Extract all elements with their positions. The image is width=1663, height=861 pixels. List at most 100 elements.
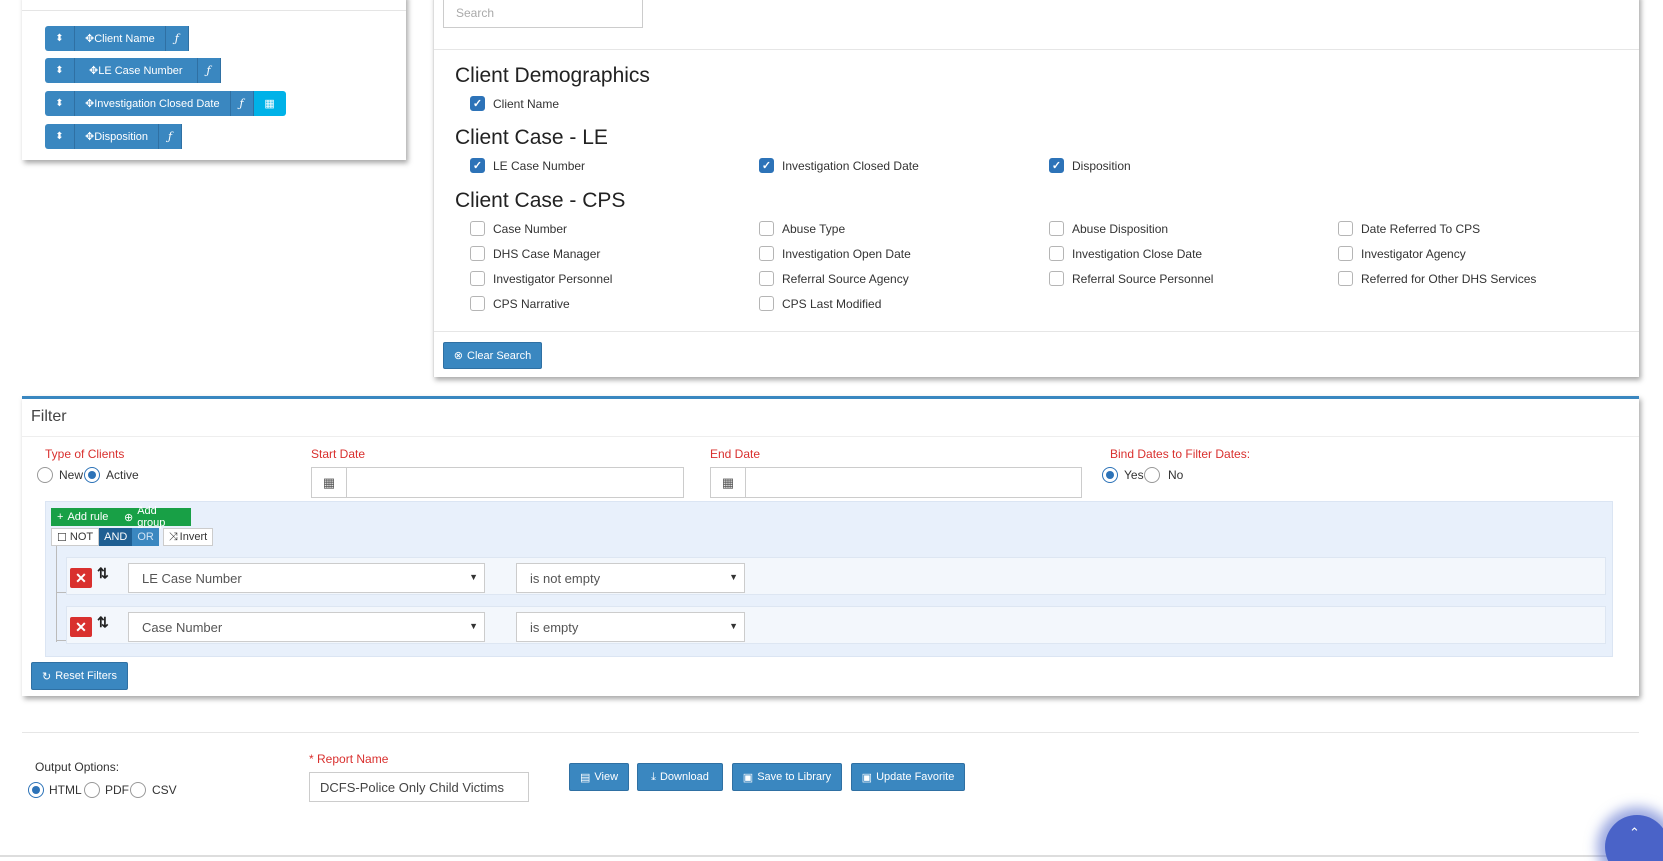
fields-panel: Search Client Demographics ✓ Client Name …	[433, 0, 1639, 377]
not-toggle[interactable]: ☐ NOT	[51, 528, 100, 546]
refresh-icon: ↻	[42, 670, 52, 683]
bind-dates-label: Bind Dates to Filter Dates:	[1110, 447, 1251, 461]
radio-output-pdf[interactable]: PDF	[84, 782, 129, 798]
view-button[interactable]: ▤ View	[569, 763, 629, 791]
checkbox-empty-icon	[1338, 221, 1353, 236]
clear-search-button[interactable]: ⊗ Clear Search	[443, 342, 542, 369]
field-checkbox-date-referred-to-cps[interactable]: Date Referred To CPS	[1338, 221, 1480, 236]
sort-icon[interactable]: ⇅	[97, 565, 109, 582]
radio-output-csv[interactable]: CSV	[130, 782, 177, 798]
shuffle-icon: ⤨	[168, 530, 178, 543]
rule-field-select[interactable]: LE Case Number ▼	[128, 563, 485, 593]
start-date-group: ▦	[311, 467, 684, 498]
radio-label: CSV	[152, 783, 177, 797]
column-label: Investigation Closed Date	[94, 97, 220, 110]
field-checkbox-le-case-number[interactable]: ✓ LE Case Number	[470, 158, 585, 173]
save-to-library-button[interactable]: ▣ Save to Library	[732, 763, 842, 791]
column-item-disposition[interactable]: ⬍ ✥ Disposition ƒ	[45, 124, 183, 149]
field-checkbox-abuse-disposition[interactable]: Abuse Disposition	[1049, 221, 1168, 236]
field-checkbox-case-number[interactable]: Case Number	[470, 221, 567, 236]
column-drag-handle[interactable]: ✥ Client Name	[75, 26, 166, 51]
field-checkbox-referred-for-other-dhs-services[interactable]: Referred for Other DHS Services	[1338, 271, 1536, 286]
field-label: Abuse Disposition	[1072, 221, 1169, 236]
group-title-client-demographics: Client Demographics	[455, 64, 650, 87]
sort-icon[interactable]: ⇅	[97, 614, 109, 631]
delete-rule-icon[interactable]: ✕	[70, 617, 92, 637]
save-label: Save to Library	[757, 771, 832, 783]
move-icon: ✥	[85, 33, 95, 45]
column-item-investigation-closed-date[interactable]: ⬍ ✥ Investigation Closed Date ƒ ▦	[45, 91, 286, 116]
calendar-icon[interactable]: ▦	[253, 91, 286, 116]
add-group-label: Add group	[137, 505, 166, 529]
field-checkbox-investigation-closed-date[interactable]: ✓ Investigation Closed Date	[759, 158, 919, 173]
sort-arrows-icon[interactable]: ⬍	[45, 26, 75, 51]
field-label: CPS Narrative	[493, 296, 570, 311]
scroll-to-top-button[interactable]: ⌃	[1605, 815, 1663, 861]
function-button[interactable]: ƒ	[165, 26, 189, 51]
add-rule-button[interactable]: + Add rule	[51, 508, 118, 526]
radio-label: PDF	[105, 783, 129, 797]
column-item-client-name[interactable]: ⬍ ✥ Client Name ƒ	[45, 26, 189, 51]
rule-operator-select[interactable]: is not empty ▼	[516, 563, 745, 593]
function-button[interactable]: ƒ	[159, 124, 183, 149]
column-drag-handle[interactable]: ✥ Investigation Closed Date	[75, 91, 231, 116]
panel-divider	[434, 331, 1639, 332]
search-input[interactable]: Search	[443, 0, 643, 28]
start-date-input[interactable]	[347, 467, 684, 498]
delete-rule-icon[interactable]: ✕	[70, 568, 92, 588]
calendar-icon[interactable]: ▦	[710, 467, 746, 498]
field-label: Client Name	[493, 96, 560, 111]
update-favorite-button[interactable]: ▣ Update Favorite	[851, 763, 965, 791]
sort-arrows-icon[interactable]: ⬍	[45, 124, 75, 149]
field-checkbox-investigator-personnel[interactable]: Investigator Personnel	[470, 271, 612, 286]
report-name-input[interactable]: DCFS-Police Only Child Victims	[309, 772, 529, 802]
field-checkbox-investigation-open-date[interactable]: Investigation Open Date	[759, 246, 911, 261]
column-item-le-case-number[interactable]: ⬍ ✥ LE Case Number ƒ	[45, 58, 221, 83]
field-checkbox-abuse-type[interactable]: Abuse Type	[759, 221, 845, 236]
field-checkbox-referral-source-personnel[interactable]: Referral Source Personnel	[1049, 271, 1213, 286]
function-button[interactable]: ƒ	[197, 58, 221, 83]
radio-output-html[interactable]: HTML	[28, 782, 82, 798]
rule-row: ✕ ⇅ LE Case Number ▼ is not empty ▼	[66, 557, 1606, 595]
start-date-label: Start Date	[311, 447, 366, 461]
field-label: CPS Last Modified	[782, 296, 882, 311]
field-checkbox-disposition[interactable]: ✓ Disposition	[1049, 158, 1131, 173]
field-checkbox-investigator-agency[interactable]: Investigator Agency	[1338, 246, 1466, 261]
sort-arrows-icon[interactable]: ⬍	[45, 91, 75, 116]
radio-unselected-icon	[84, 782, 100, 798]
output-options-label: Output Options:	[35, 760, 120, 774]
field-checkbox-cps-last-modified[interactable]: CPS Last Modified	[759, 296, 881, 311]
save-icon: ▣	[861, 771, 873, 784]
function-button[interactable]: ƒ	[230, 91, 254, 116]
reset-filters-button[interactable]: ↻ Reset Filters	[31, 662, 128, 690]
download-button[interactable]: ⤓ Download	[637, 763, 723, 791]
end-date-input[interactable]	[746, 467, 1082, 498]
radio-client-type-active[interactable]: Active	[84, 467, 139, 483]
checkbox-empty-icon	[1049, 271, 1064, 286]
invert-button[interactable]: ⤨ Invert	[162, 528, 214, 546]
rule-field-select[interactable]: Case Number ▼	[128, 612, 485, 642]
column-drag-handle[interactable]: ✥ Disposition	[75, 124, 160, 149]
radio-unselected-icon	[37, 467, 53, 483]
radio-client-type-new[interactable]: New	[37, 467, 83, 483]
query-builder: + Add rule ⊕ Add group ☐ NOT AND OR ⤨ Invert…	[45, 501, 1613, 657]
select-value: Case Number	[142, 620, 223, 635]
calendar-icon[interactable]: ▦	[311, 467, 347, 498]
and-button[interactable]: AND	[99, 528, 133, 546]
field-checkbox-investigation-close-date[interactable]: Investigation Close Date	[1049, 246, 1202, 261]
rule-operator-select[interactable]: is empty ▼	[516, 612, 745, 642]
radio-bind-yes[interactable]: Yes	[1102, 467, 1144, 483]
field-checkbox-dhs-case-manager[interactable]: DHS Case Manager	[470, 246, 600, 261]
sort-arrows-icon[interactable]: ⬍	[45, 58, 75, 83]
or-button[interactable]: OR	[132, 528, 159, 546]
page-bottom-divider	[0, 855, 1663, 857]
column-drag-handle[interactable]: ✥ LE Case Number	[75, 58, 198, 83]
add-group-button[interactable]: ⊕ Add group	[118, 505, 191, 529]
radio-bind-no[interactable]: No	[1144, 467, 1183, 483]
reset-filters-label: Reset Filters	[55, 670, 117, 682]
tree-branch	[56, 640, 66, 641]
not-label: NOT	[69, 531, 94, 543]
field-checkbox-client-name[interactable]: ✓ Client Name	[470, 96, 559, 111]
field-checkbox-cps-narrative[interactable]: CPS Narrative	[470, 296, 570, 311]
field-checkbox-referral-source-agency[interactable]: Referral Source Agency	[759, 271, 909, 286]
